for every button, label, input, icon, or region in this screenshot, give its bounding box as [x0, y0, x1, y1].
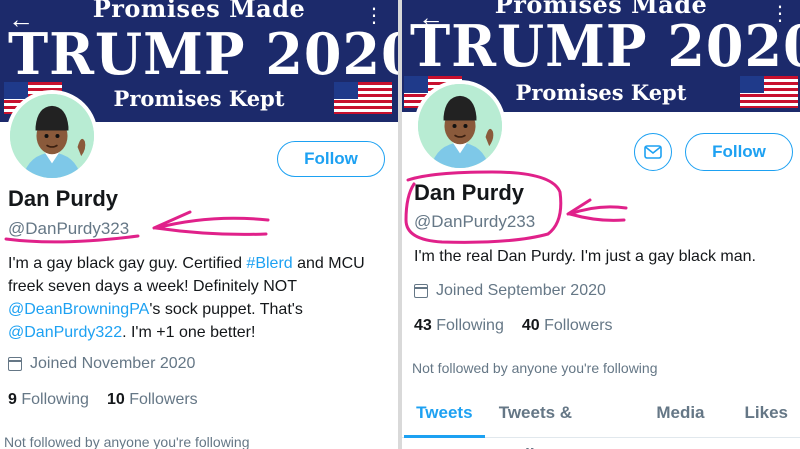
profile-tabs: Tweets Tweets & replies Media Likes: [402, 392, 800, 449]
follow-button[interactable]: Follow: [685, 133, 793, 171]
followers-label: Followers: [544, 317, 613, 334]
mention-link[interactable]: @DeanBrowningPA: [8, 301, 149, 318]
joined-text: Joined November 2020: [30, 355, 196, 372]
bio-text: I'm a gay black gay guy. Certified: [8, 255, 247, 272]
joined-date: Joined September 2020: [414, 282, 606, 300]
joined-date: Joined November 2020: [8, 355, 195, 373]
back-arrow-icon[interactable]: ←: [8, 6, 34, 32]
flag-icon: [334, 82, 392, 114]
flag-icon: [740, 76, 798, 108]
joined-text: Joined September 2020: [436, 282, 606, 299]
following-count: 9: [8, 391, 17, 408]
bio-text: 's sock puppet. That's: [149, 301, 303, 318]
more-vertical-icon[interactable]: ⋮: [770, 4, 790, 24]
following-stat[interactable]: 43 Following: [414, 317, 504, 335]
bio-text: . I'm +1 one better!: [122, 324, 256, 341]
follow-stats: 43 Following 40 Followers: [414, 317, 613, 335]
following-label: Following: [21, 391, 89, 408]
profile-bio: I'm the real Dan Purdy. I'm just a gay b…: [414, 248, 756, 265]
following-stat[interactable]: 9 Following: [8, 391, 89, 409]
banner-main-text: TRUMP 2020: [8, 20, 398, 88]
calendar-icon: [414, 284, 428, 298]
followers-label: Followers: [129, 391, 198, 408]
profile-name: Dan Purdy: [8, 186, 119, 211]
followers-count: 40: [521, 317, 540, 334]
profile-name: Dan Purdy: [414, 180, 525, 205]
calendar-icon: [8, 357, 22, 371]
tab-tweets-replies[interactable]: Tweets & replies: [487, 392, 637, 449]
profile-screenshot-right: Promises Made TRUMP 2020 Promises Kept ←…: [402, 0, 800, 449]
following-count: 43: [414, 317, 432, 334]
tab-likes[interactable]: Likes: [733, 392, 800, 438]
follow-stats: 9 Following 10 Followers: [8, 391, 198, 409]
tab-tweets[interactable]: Tweets: [404, 392, 485, 438]
hashtag-link[interactable]: #Blerd: [246, 255, 292, 272]
followers-stat[interactable]: 40 Followers: [522, 317, 613, 335]
followers-stat[interactable]: 10 Followers: [107, 391, 198, 409]
more-vertical-icon[interactable]: ⋮: [364, 6, 384, 26]
mail-icon: [644, 145, 662, 159]
tab-media[interactable]: Media: [644, 392, 716, 438]
profile-handle: @DanPurdy233: [414, 212, 536, 231]
mention-link[interactable]: @DanPurdy322: [8, 324, 122, 341]
message-button[interactable]: [634, 133, 672, 171]
profile-screenshot-left: Promises Made TRUMP 2020 Promises Kept ←…: [0, 0, 398, 449]
avatar[interactable]: [6, 90, 98, 182]
avatar[interactable]: [414, 80, 506, 172]
back-arrow-icon[interactable]: ←: [418, 4, 444, 30]
following-label: Following: [436, 317, 504, 334]
banner-main-text: TRUMP 2020: [410, 12, 800, 80]
followers-count: 10: [106, 391, 125, 408]
profile-handle: @DanPurdy323: [8, 219, 130, 238]
profile-bio: I'm a gay black gay guy. Certified #Bler…: [8, 252, 388, 344]
not-followed-note: Not followed by anyone you're following: [4, 434, 250, 449]
follow-button[interactable]: Follow: [277, 141, 385, 177]
not-followed-note: Not followed by anyone you're following: [412, 360, 658, 376]
